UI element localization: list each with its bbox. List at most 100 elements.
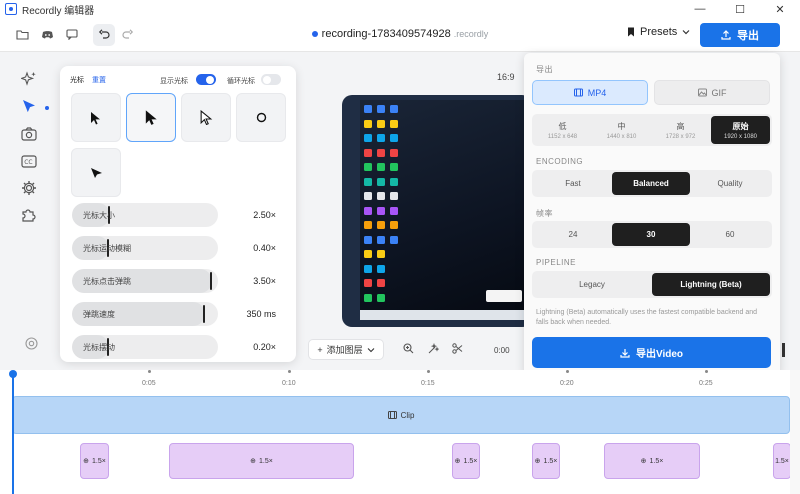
bounce-speed-slider[interactable]: 弹跳速度 350 ms <box>72 302 286 326</box>
encoding-section-label: ENCODING <box>536 157 584 166</box>
timeline[interactable]: 0:05 0:10 0:15 0:20 0:25 Clip ⊕ 1.5× ⊕ 1.5… <box>0 370 800 494</box>
feedback-icon[interactable] <box>61 24 83 46</box>
account-circle-icon[interactable] <box>24 336 38 350</box>
zoom-segment[interactable]: 1.5× <box>773 443 791 479</box>
fps-60[interactable]: 60 <box>690 223 770 246</box>
discord-icon[interactable] <box>36 24 58 46</box>
zoom-segment[interactable]: ⊕ 1.5× <box>169 443 354 479</box>
seg-label: 中 <box>617 121 626 131</box>
format-mp4-button[interactable]: MP4 <box>532 80 648 105</box>
scissors-icon[interactable] <box>452 343 463 357</box>
cursor-style-pointer[interactable] <box>71 148 121 197</box>
reset-link[interactable]: 重置 <box>92 75 106 85</box>
export-video-button[interactable]: 导出Video <box>532 337 771 368</box>
motion-blur-slider[interactable]: 光标运动模糊 0.40× <box>72 236 286 260</box>
puzzle-extensions-icon[interactable] <box>20 206 38 224</box>
ruler-tick <box>705 370 708 373</box>
preview-notification <box>486 290 522 302</box>
desktop-shortcut-icon <box>364 105 372 113</box>
redo-icon[interactable] <box>117 24 139 46</box>
arrow-cursor-outline-icon <box>200 110 212 125</box>
zoom-segment[interactable]: ⊕ 1.5× <box>604 443 700 479</box>
export-button[interactable]: 导出 <box>700 23 780 47</box>
cursor-style-default[interactable] <box>71 93 121 142</box>
desktop-shortcut-icon <box>377 293 385 302</box>
presets-dropdown[interactable]: Presets <box>627 26 690 38</box>
desktop-shortcut-icon <box>364 235 372 244</box>
desktop-shortcut-icon <box>390 119 398 128</box>
arrow-cursor-bold-icon <box>145 110 157 125</box>
zoom-in-icon[interactable] <box>403 343 414 357</box>
settings-gear-icon[interactable] <box>20 179 38 197</box>
pipeline-lightning[interactable]: Lightning (Beta) <box>652 273 770 296</box>
encoding-fast[interactable]: Fast <box>534 172 612 195</box>
film-icon <box>387 411 397 419</box>
aspect-ratio-select[interactable]: 16:9 <box>497 72 515 82</box>
desktop-shortcut-icon <box>364 279 372 287</box>
edge-handle[interactable] <box>782 343 785 357</box>
desktop-shortcut-icon <box>364 221 372 229</box>
playhead[interactable] <box>12 372 14 494</box>
maximize-button[interactable]: ☐ <box>720 0 760 18</box>
timeline-scrollbar[interactable] <box>790 370 800 494</box>
desktop-shortcut-icon <box>390 206 398 215</box>
slider-label: 光标运动模糊 <box>83 244 131 253</box>
slider-thumb[interactable] <box>203 305 205 323</box>
desktop-shortcut-icon <box>364 250 372 258</box>
cursor-style-filled[interactable] <box>126 93 176 142</box>
encoding-balanced[interactable]: Balanced <box>612 172 690 195</box>
seg-sub: 1728 x 972 <box>665 133 696 140</box>
arrow-cursor-icon <box>91 111 100 124</box>
desktop-shortcut-icon <box>377 235 385 244</box>
image-icon <box>697 88 707 97</box>
seg-label: 低 <box>558 121 567 131</box>
zoom-segment[interactable]: ⊕ 1.5× <box>532 443 560 479</box>
zoom-segment[interactable]: ⊕ 1.5× <box>80 443 109 479</box>
ruler-tick <box>566 370 569 373</box>
fps-30[interactable]: 30 <box>612 223 690 246</box>
cursor-style-outline[interactable] <box>181 93 231 142</box>
desktop-shortcut-icon <box>364 264 372 273</box>
add-layer-button[interactable]: + 添加图层 <box>308 339 384 360</box>
pipeline-legacy[interactable]: Legacy <box>534 273 650 296</box>
slider-thumb[interactable] <box>210 272 212 290</box>
zoom-segment[interactable]: ⊕ 1.5× <box>452 443 480 479</box>
resolution-low[interactable]: 低 1152 x 648 <box>534 116 591 144</box>
resolution-medium[interactable]: 中 1440 x 810 <box>593 116 650 144</box>
loop-cursor-toggle[interactable] <box>261 74 281 85</box>
encoding-quality[interactable]: Quality <box>690 172 770 195</box>
resolution-original[interactable]: 原始 1920 x 1080 <box>711 116 770 144</box>
clip-track[interactable]: Clip <box>12 396 790 434</box>
desktop-shortcut-icon <box>377 119 385 128</box>
chevron-down-icon <box>682 30 690 35</box>
click-bounce-slider[interactable]: 光标点击弹跳 3.50× <box>72 269 286 293</box>
resolution-high[interactable]: 高 1728 x 972 <box>652 116 709 144</box>
undo-icon[interactable] <box>93 23 115 46</box>
cursor-tool-icon[interactable] <box>20 98 38 116</box>
download-icon <box>620 348 630 358</box>
cursor-style-circle[interactable] <box>236 93 286 142</box>
file-extension: .recordly <box>453 29 489 39</box>
preview-screen <box>360 100 524 314</box>
zoom-label: 1.5× <box>649 457 664 465</box>
cursor-size-slider[interactable]: 光标大小 2.50× <box>72 203 286 227</box>
open-folder-icon[interactable] <box>11 24 33 46</box>
tab-cursor[interactable]: 光标 <box>70 75 84 85</box>
format-gif-button[interactable]: GIF <box>654 80 770 105</box>
fps-24[interactable]: 24 <box>534 223 612 246</box>
desktop-shortcut-icon <box>377 134 385 142</box>
camera-icon[interactable] <box>20 125 38 143</box>
sparkles-icon[interactable] <box>20 70 38 88</box>
video-preview[interactable] <box>342 95 532 327</box>
zoom-segment-icon: ⊕ <box>83 458 90 465</box>
show-cursor-toggle[interactable] <box>196 74 216 85</box>
magic-cut-icon[interactable] <box>428 342 440 357</box>
cursor-sway-slider[interactable]: 光标摆动 0.20× <box>72 335 286 359</box>
playhead-handle[interactable] <box>9 370 17 378</box>
captions-icon[interactable]: CC <box>20 152 38 170</box>
ruler-tick <box>148 370 151 373</box>
title-bar: Recordly 编辑器 — ☐ ✕ <box>0 0 800 18</box>
minimize-button[interactable]: — <box>680 0 720 18</box>
desktop-shortcut-icon <box>377 105 385 113</box>
close-button[interactable]: ✕ <box>760 0 800 18</box>
